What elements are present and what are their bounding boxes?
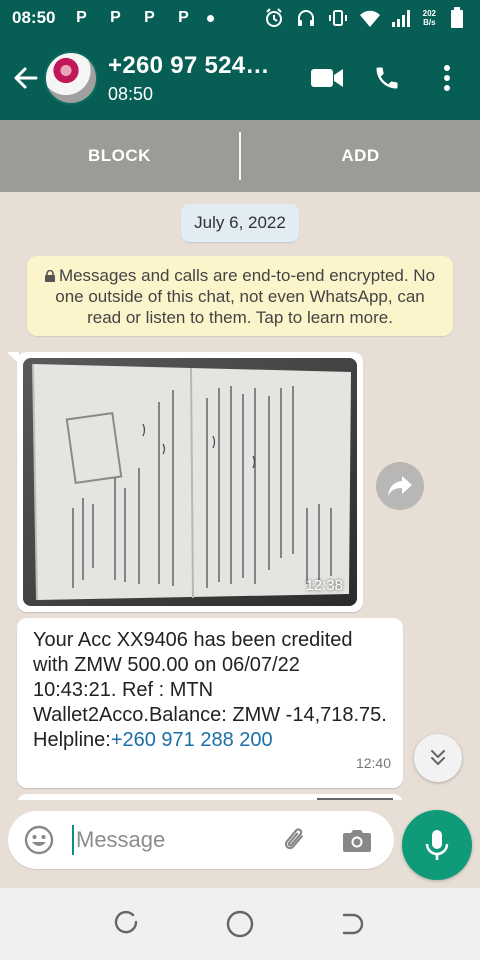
emoji-icon[interactable] [22,823,56,857]
last-seen: 08:50 [108,83,154,104]
notification-p-icon: P [178,9,189,26]
video-call-icon[interactable] [304,55,350,101]
signal-icon [391,7,413,29]
lock-icon [44,270,55,282]
more-options-icon[interactable] [424,55,470,101]
home-icon[interactable] [220,904,260,944]
divider [239,132,241,180]
wifi-icon [359,7,381,29]
network-speed-value: 202 [422,9,436,18]
double-chevron-down-icon [431,750,445,765]
message-input[interactable] [76,827,266,853]
image-message[interactable]: 12:38 [7,352,363,612]
forward-icon[interactable] [376,462,424,510]
camera-icon[interactable] [340,823,374,857]
status-time: 08:50 [12,8,56,27]
chat-area[interactable]: July 6, 2022 Messages and calls are end-… [0,192,480,800]
vibrate-icon [327,7,349,29]
unknown-contact-bar: BLOCK ADD [0,120,480,192]
system-nav-bar [0,888,480,960]
encryption-text: Messages and calls are end-to-end encryp… [55,266,436,327]
add-contact-button[interactable]: ADD [241,146,480,166]
date-chip: July 6, 2022 [181,204,299,242]
text-message[interactable]: Your Acc XX9406 has been credited with Z… [17,618,403,788]
status-bar: 08:50 P P P P 202 B/s [0,0,480,36]
recents-icon[interactable] [107,904,147,944]
notification-p-icon: P [76,9,87,26]
image-timestamp: 12:38 [305,577,343,594]
composer-bar [0,800,480,888]
back-icon[interactable] [333,904,373,944]
helpline-link[interactable]: +260 971 288 200 [111,729,273,751]
notification-dot-icon [207,14,215,22]
network-speed: 202 B/s [423,9,436,27]
block-button[interactable]: BLOCK [0,146,239,166]
message-input-container[interactable] [8,811,394,869]
scroll-to-bottom-button[interactable] [414,734,462,782]
voice-record-button[interactable] [402,810,472,880]
microphone-icon [425,830,449,860]
voice-call-icon[interactable] [364,55,410,101]
encryption-notice[interactable]: Messages and calls are end-to-end encryp… [27,256,453,336]
contact-name[interactable]: +260 97 524… [108,52,270,80]
chat-header: +260 97 524… 08:50 [0,36,480,120]
back-arrow-icon[interactable] [6,58,46,98]
network-speed-unit: B/s [423,18,436,27]
contact-info[interactable]: +260 97 524… 08:50 [108,52,270,105]
attachment-icon[interactable] [278,823,312,857]
battery-icon [446,7,468,29]
text-cursor [72,825,74,855]
contact-avatar[interactable] [44,51,98,105]
notification-p-icon: P [144,9,155,26]
handwritten-letter-photo[interactable]: 12:38 [23,358,357,606]
message-timestamp: 12:40 [355,755,391,771]
notification-p-icon: P [110,9,121,26]
headset-icon [295,7,317,29]
alarm-icon [263,7,285,29]
